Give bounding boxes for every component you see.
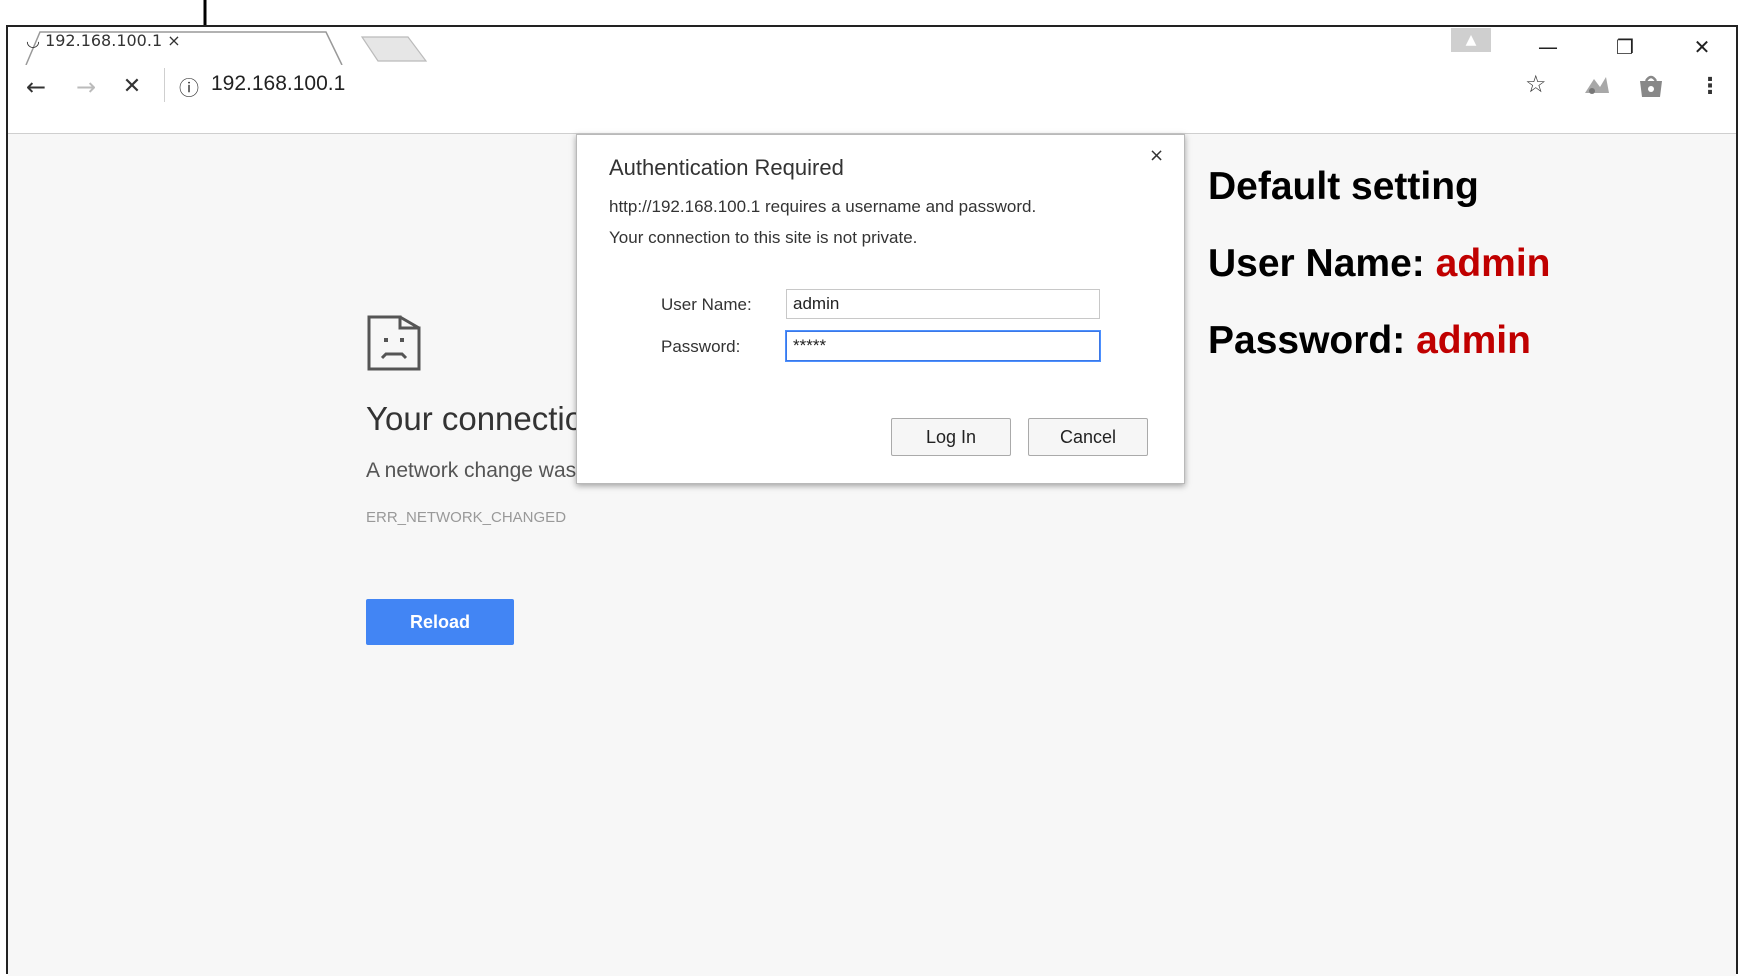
default-username-note: User Name: admin <box>1208 242 1550 286</box>
default-username-label: User Name: <box>1208 242 1425 285</box>
minimize-button[interactable]: — <box>1518 29 1578 65</box>
dialog-message: http://192.168.100.1 requires a username… <box>609 197 1037 216</box>
browser-toolbar: ← → ✕ ⓘ 192.168.100.1 ☆ ⋮ <box>8 65 1736 134</box>
tab-strip: ◡ 192.168.100.1 × ▲ — ❐ ✕ <box>8 27 1736 66</box>
restore-button[interactable]: ❐ <box>1595 29 1655 65</box>
profile-icon[interactable]: ▲ <box>1451 28 1491 52</box>
extension-icon[interactable] <box>1582 73 1612 99</box>
back-arrow-icon[interactable]: ← <box>18 69 54 105</box>
tab-close-icon[interactable]: × <box>167 31 180 50</box>
forward-arrow-icon[interactable]: → <box>68 69 104 105</box>
default-password-note: Password: admin <box>1208 319 1531 363</box>
dialog-privacy-note: Your connection to this site is not priv… <box>609 228 918 247</box>
dialog-close-icon[interactable]: × <box>1149 145 1164 166</box>
tab-active[interactable]: ◡ 192.168.100.1 × <box>26 31 342 65</box>
close-window-button[interactable]: ✕ <box>1672 29 1732 65</box>
extension-bag-icon[interactable] <box>1636 72 1666 100</box>
stop-loading-icon[interactable]: ✕ <box>114 69 150 105</box>
new-tab-button[interactable] <box>360 35 432 65</box>
error-code: ERR_NETWORK_CHANGED <box>366 509 567 526</box>
auth-dialog: × Authentication Required http://192.168… <box>576 134 1185 484</box>
address-bar[interactable]: ⓘ 192.168.100.1 ☆ <box>164 68 1547 102</box>
password-label: Password: <box>661 337 741 356</box>
site-info-icon[interactable]: ⓘ <box>179 72 199 101</box>
username-input[interactable] <box>786 289 1100 319</box>
default-password-value: admin <box>1416 319 1531 362</box>
loading-spinner-icon: ◡ <box>26 31 40 50</box>
default-username-value: admin <box>1435 242 1551 285</box>
bookmark-star-icon[interactable]: ☆ <box>1525 70 1547 98</box>
username-label: User Name: <box>661 295 752 314</box>
reload-button[interactable]: Reload <box>366 599 514 645</box>
password-input[interactable] <box>786 331 1100 361</box>
log-in-button[interactable]: Log In <box>891 418 1011 456</box>
default-setting-title: Default setting <box>1208 165 1479 208</box>
url-text[interactable]: 192.168.100.1 <box>211 72 345 96</box>
cancel-button[interactable]: Cancel <box>1028 418 1148 456</box>
tab-title: 192.168.100.1 <box>45 31 163 50</box>
menu-icon[interactable]: ⋮ <box>1692 69 1728 105</box>
dialog-title: Authentication Required <box>609 155 844 180</box>
sad-page-icon <box>367 315 421 371</box>
default-password-label: Password: <box>1208 319 1406 362</box>
